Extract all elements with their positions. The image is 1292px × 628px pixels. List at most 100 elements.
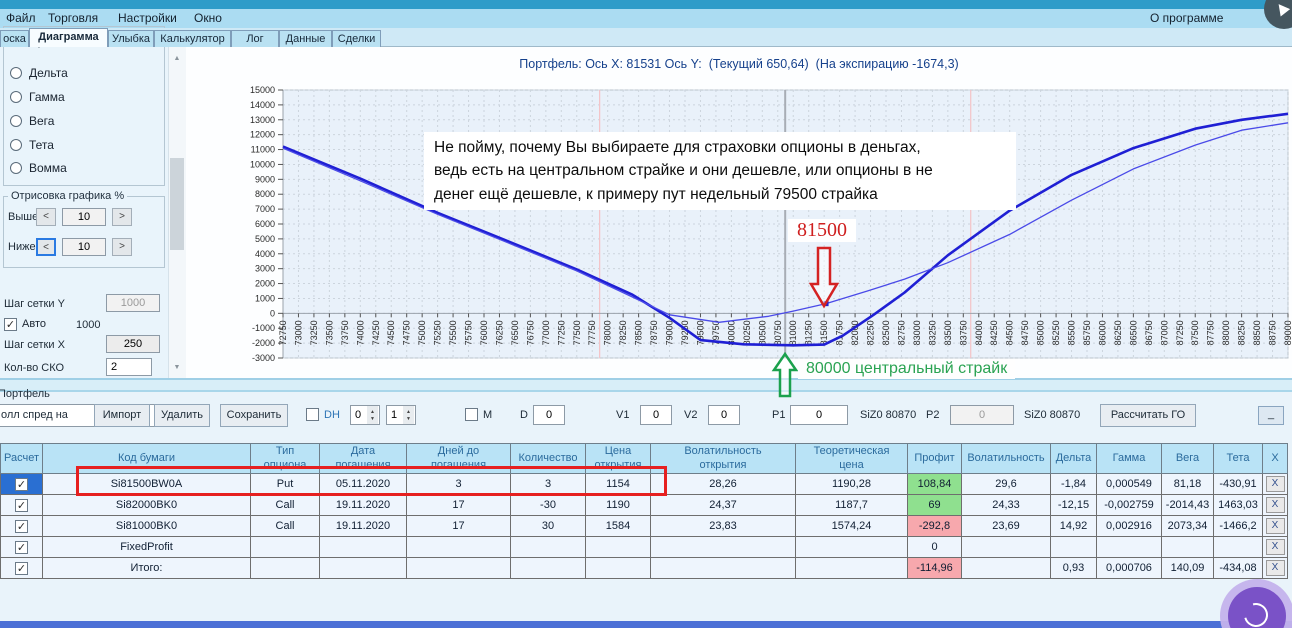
scroll-down-icon[interactable]: ▼ <box>169 360 185 376</box>
auto-checkbox-row[interactable]: ✓ Авто <box>4 316 46 332</box>
sko-count-input[interactable] <box>106 358 152 376</box>
menu-bar: Файл Торговля Настройки Окно О программе <box>0 9 1292 28</box>
radio-label: Вега <box>29 114 55 128</box>
y-tick-label: 2000 <box>255 279 275 289</box>
table-cell: 69 <box>907 494 962 516</box>
tab-diagram[interactable]: Диаграмма <box>29 28 108 47</box>
table-cell: 19.11.2020 <box>319 494 407 516</box>
column-header[interactable]: Волатильность открытия <box>650 443 796 474</box>
d-input[interactable] <box>533 405 565 425</box>
m-checkbox[interactable] <box>465 408 478 421</box>
menu-about[interactable]: О программе <box>1150 11 1223 25</box>
tab-board[interactable]: оска <box>0 30 29 47</box>
radio-theta[interactable]: Тета <box>10 137 54 153</box>
radio-dot[interactable] <box>10 115 22 127</box>
grid-step-x-input[interactable] <box>106 335 160 353</box>
grid-step-y-input[interactable] <box>106 294 160 312</box>
p1-input[interactable] <box>790 405 848 425</box>
menu-trading[interactable]: Торговля <box>48 11 98 25</box>
column-header[interactable]: Волатильность <box>961 443 1051 474</box>
radio-dot[interactable] <box>10 67 22 79</box>
delete-row-button[interactable]: X <box>1265 560 1285 576</box>
p2-input[interactable] <box>950 405 1014 425</box>
minimize-panel-button[interactable]: _ <box>1258 406 1284 425</box>
column-header[interactable]: Профит <box>907 443 962 474</box>
delete-button[interactable]: Удалить <box>154 404 210 427</box>
profit-chart[interactable]: -3000 -2000 -1000 0 1000 2000 3000 4000 5000 6000… <box>185 47 1292 378</box>
dh-checkbox[interactable] <box>306 408 319 421</box>
column-header[interactable]: Дельта <box>1050 443 1097 474</box>
table-cell: 17 <box>406 494 511 516</box>
v2-input[interactable] <box>708 405 740 425</box>
row-select-cell[interactable]: ✓ <box>0 473 43 495</box>
scroll-up-icon[interactable]: ▲ <box>169 51 185 67</box>
radio-dot[interactable] <box>10 162 22 174</box>
p2-instrument-label: SiZ0 80870 <box>1024 409 1081 421</box>
save-button[interactable]: Сохранить <box>220 404 288 427</box>
scrollbar-thumb[interactable] <box>170 158 184 250</box>
row-checkbox[interactable]: ✓ <box>15 519 28 533</box>
dh-spinner-1[interactable]: 0 ▲ ▼ <box>350 405 380 425</box>
row-checkbox[interactable]: ✓ <box>15 561 28 575</box>
tab-calculator[interactable]: Калькулятор <box>154 30 231 47</box>
splitter[interactable] <box>0 378 1292 392</box>
table-cell <box>510 536 586 558</box>
radio-gamma[interactable]: Гамма <box>10 89 65 105</box>
v1-input[interactable] <box>640 405 672 425</box>
row-checkbox[interactable]: ✓ <box>15 477 28 491</box>
above-percent-input[interactable] <box>62 208 106 226</box>
above-decrement-button[interactable]: < <box>36 208 56 226</box>
table-cell: 108,84 <box>907 473 962 495</box>
radio-vomma[interactable]: Вомма <box>10 160 67 176</box>
tab-data[interactable]: Данные <box>279 30 332 47</box>
x-tick-label: 77250 <box>556 320 566 345</box>
auto-checkbox[interactable]: ✓ <box>4 317 17 331</box>
below-percent-input[interactable] <box>62 238 106 256</box>
x-tick-label: 83750 <box>958 320 968 345</box>
x-tick-label: 83500 <box>943 320 953 345</box>
radio-dot[interactable] <box>10 91 22 103</box>
row-checkbox[interactable]: ✓ <box>15 540 28 554</box>
row-select-cell[interactable]: ✓ <box>0 536 43 558</box>
delete-row-button[interactable]: X <box>1265 539 1285 555</box>
column-header[interactable]: Тета <box>1213 443 1263 474</box>
dh-spinner-2[interactable]: 1 ▲ ▼ <box>386 405 416 425</box>
import-button[interactable]: Импорт <box>94 404 150 427</box>
table-cell: -30 <box>510 494 586 516</box>
column-header[interactable]: Вега <box>1161 443 1214 474</box>
radio-vega[interactable]: Вега <box>10 113 54 129</box>
radio-dot[interactable] <box>10 139 22 151</box>
table-cell: 23,69 <box>961 515 1051 537</box>
tab-log[interactable]: Лог <box>231 30 279 47</box>
menu-settings[interactable]: Настройки <box>118 11 177 25</box>
row-select-cell[interactable]: ✓ <box>0 515 43 537</box>
menu-file[interactable]: Файл <box>6 11 36 25</box>
above-increment-button[interactable]: > <box>112 208 132 226</box>
floating-action-button[interactable] <box>1228 587 1286 628</box>
row-select-cell[interactable]: ✓ <box>0 494 43 516</box>
column-header[interactable]: Теоретическая цена <box>795 443 908 474</box>
column-header[interactable]: Гамма <box>1096 443 1162 474</box>
x-tick-label: 75500 <box>448 320 458 345</box>
spinner-arrows-icon[interactable]: ▲ ▼ <box>403 406 414 424</box>
delete-row-button[interactable]: X <box>1265 476 1285 492</box>
delete-row-button[interactable]: X <box>1265 497 1285 513</box>
column-header[interactable]: Расчет <box>0 443 43 474</box>
column-header[interactable]: X <box>1262 443 1288 474</box>
spinner-arrows-icon[interactable]: ▲ ▼ <box>367 406 378 424</box>
delete-row-button[interactable]: X <box>1265 518 1285 534</box>
delete-cell: X <box>1262 473 1288 495</box>
below-label: Ниже <box>8 241 36 253</box>
x-tick-label: 80750 <box>773 320 783 345</box>
calc-margin-button[interactable]: Рассчитать ГО <box>1100 404 1196 427</box>
row-checkbox[interactable]: ✓ <box>15 498 28 512</box>
below-decrement-button[interactable]: < <box>36 238 56 256</box>
radio-delta[interactable]: Дельта <box>10 65 68 81</box>
x-tick-label: 87000 <box>1159 320 1169 345</box>
tab-smile[interactable]: Улыбка <box>108 30 154 47</box>
tab-deals[interactable]: Сделки <box>332 30 381 47</box>
y-tick-label: 7000 <box>255 204 275 214</box>
row-select-cell[interactable]: ✓ <box>0 557 43 579</box>
below-increment-button[interactable]: > <box>112 238 132 256</box>
menu-window[interactable]: Окно <box>194 11 222 25</box>
